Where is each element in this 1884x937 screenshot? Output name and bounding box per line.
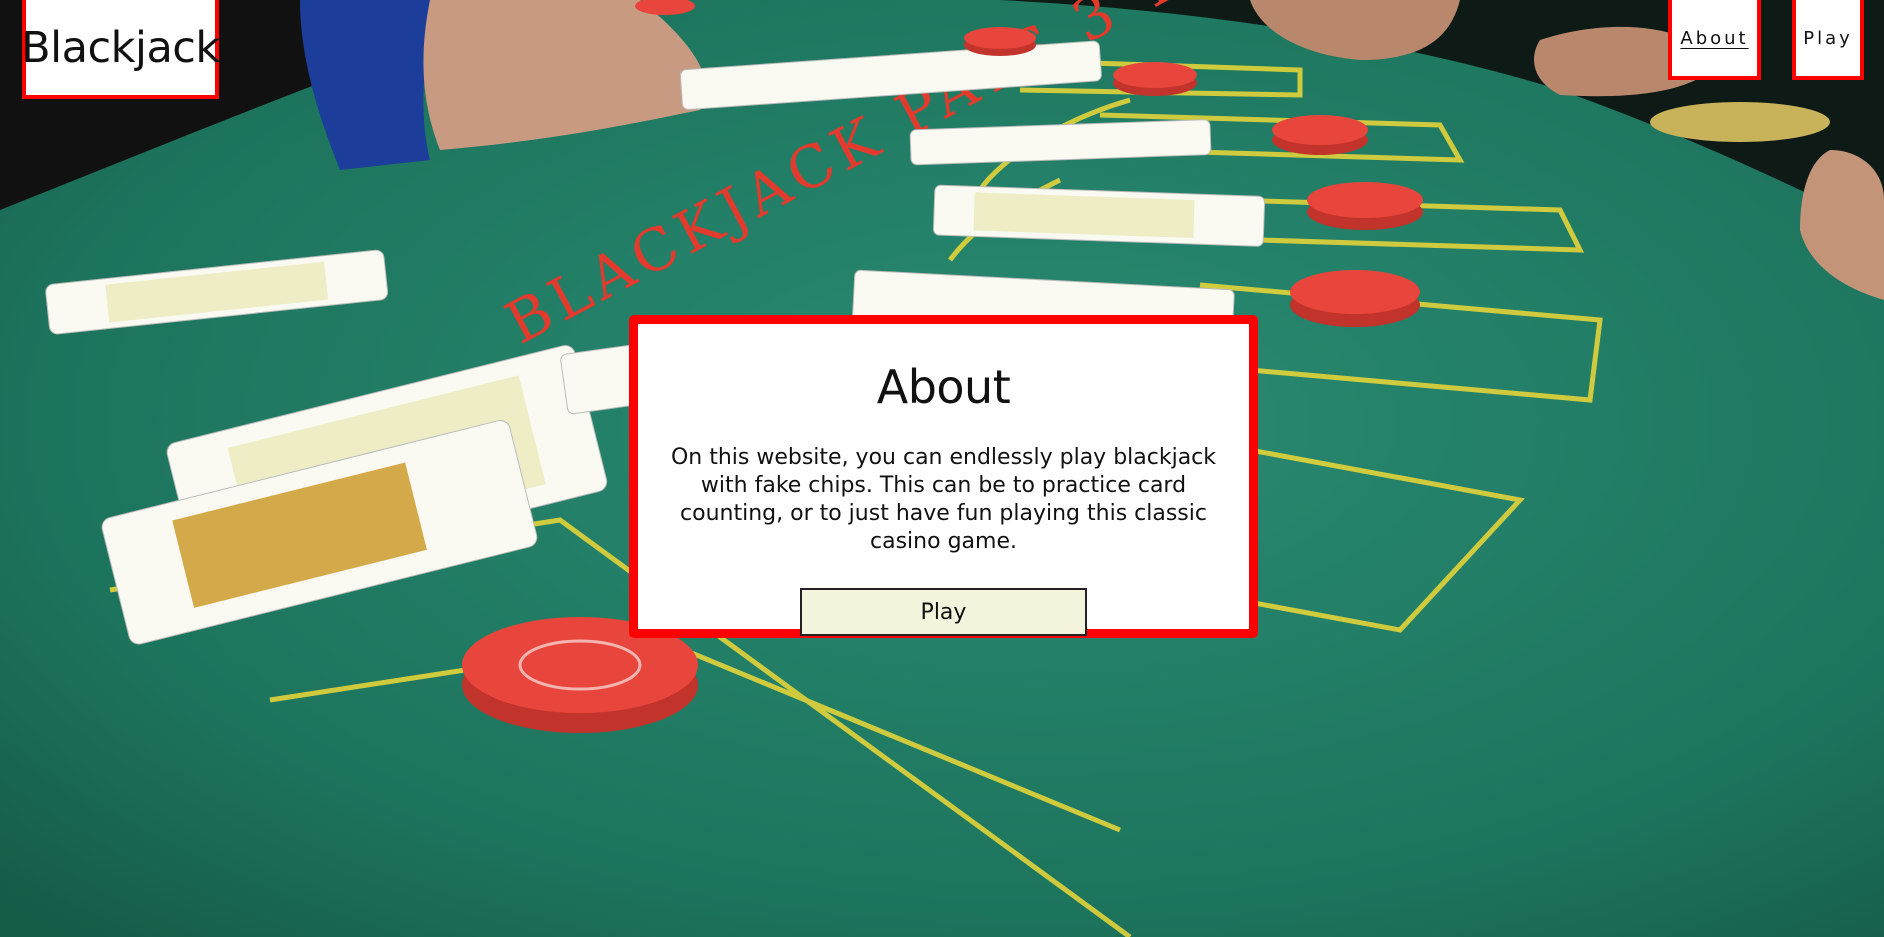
nav-play-label: Play [1803, 27, 1853, 49]
play-button[interactable]: Play [800, 588, 1087, 636]
nav-about-label: About [1680, 27, 1749, 49]
nav-play-link[interactable]: Play [1792, 0, 1864, 80]
about-modal: About On this website, you can endlessly… [629, 315, 1258, 638]
site-logo[interactable]: Blackjack [21, 0, 220, 99]
modal-title: About [876, 360, 1011, 414]
nav-about-link[interactable]: About [1668, 0, 1761, 80]
modal-description: On this website, you can endlessly play … [670, 445, 1217, 554]
